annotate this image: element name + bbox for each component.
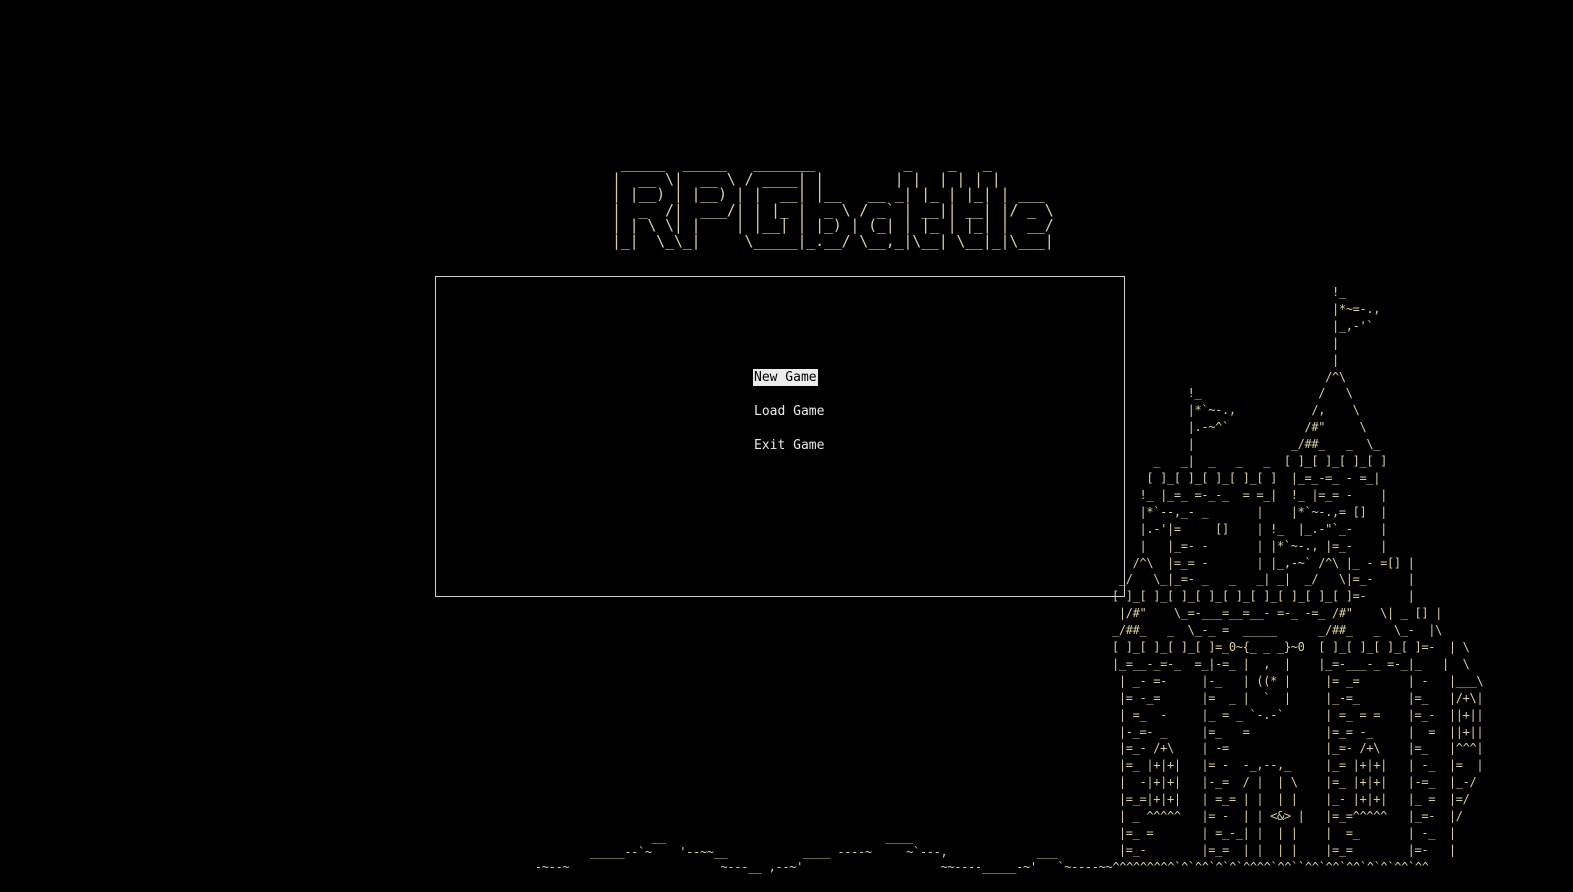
- rpgbattle-logo-ascii: _____ _____ _______ _ _ _ | __ \| __ \ /…: [612, 154, 1054, 250]
- main-menu-panel: New Game Load Game Exit Game: [435, 276, 1125, 597]
- castle-ascii-art: !_ |*~=-., |_,-'` | | /^\ !_ / \ |*`~-.,…: [1112, 285, 1484, 857]
- load-game-option[interactable]: Load Game: [753, 403, 825, 420]
- new-game-option[interactable]: New Game: [753, 369, 818, 386]
- ground-ascii-art: __ ____ _____--`~ '--~~__ ____ ----~ ~`-…: [534, 830, 1429, 874]
- exit-game-option[interactable]: Exit Game: [753, 437, 825, 454]
- game-screen: _____ _____ _______ _ _ _ | __ \| __ \ /…: [0, 0, 1573, 892]
